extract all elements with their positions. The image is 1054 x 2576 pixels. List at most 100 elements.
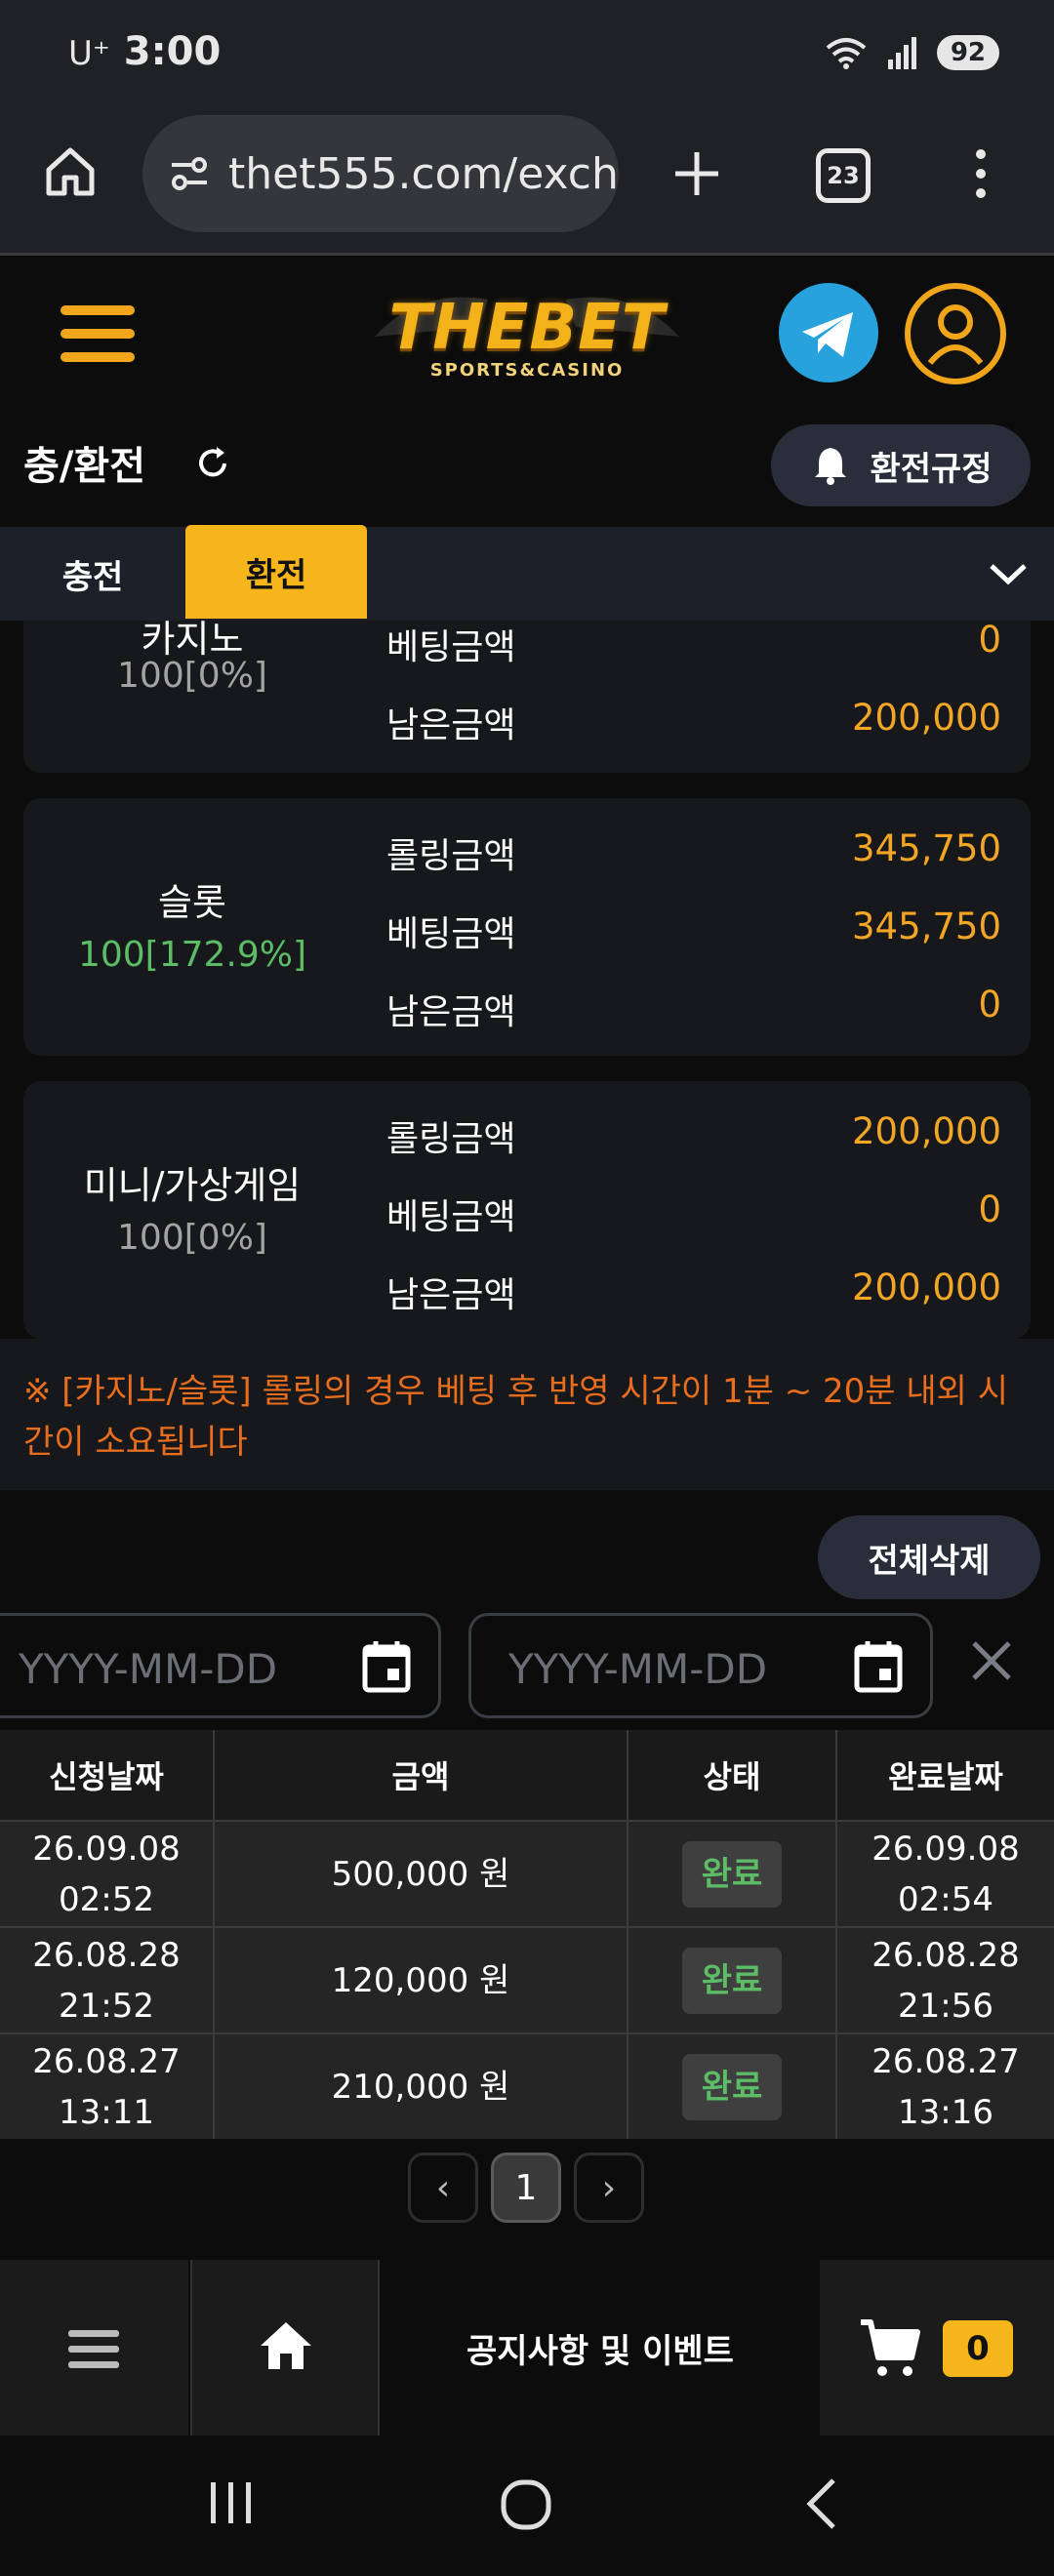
card-game-name: 미니/가상게임 <box>83 1164 302 1207</box>
telegram-icon <box>802 312 853 357</box>
bell-icon <box>815 448 847 485</box>
time: 21:52 <box>59 1986 154 2026</box>
exchange-rules-button[interactable]: 환전규정 <box>771 424 1031 506</box>
delete-all-button[interactable]: 전체삭제 <box>818 1515 1040 1599</box>
tab-exchange[interactable]: 환전 <box>185 525 367 619</box>
remaining-value: 200,000 <box>851 697 1001 739</box>
remaining-value: 200,000 <box>851 1267 1001 1308</box>
site-logo[interactable]: THEBET SPORTS&CASINO <box>371 278 683 385</box>
cart-icon <box>861 2319 920 2376</box>
exchange-rules-label: 환전규정 <box>870 449 993 489</box>
time: 13:16 <box>898 2092 993 2132</box>
date: 26.09.08 <box>872 1829 1020 1869</box>
card-rolling-percent: 100[0%] <box>117 656 267 696</box>
rolling-label: 롤링금액 <box>386 836 516 876</box>
date: 26.08.27 <box>872 2041 1020 2081</box>
menu-icon <box>68 2330 119 2368</box>
betting-value: 0 <box>978 1188 1001 1230</box>
request-date-cell: 26.08.28 21:52 <box>0 1928 215 2033</box>
status-badge: 완료 <box>681 2053 783 2120</box>
date: 26.08.28 <box>32 1935 181 1975</box>
bottom-menu-button[interactable] <box>0 2260 188 2435</box>
status-cell: 완료 <box>628 1928 837 2033</box>
hamburger-icon[interactable] <box>59 303 137 364</box>
telegram-button[interactable] <box>779 283 878 382</box>
status-badge: 완료 <box>681 1947 783 2014</box>
column-header: 금액 <box>215 1730 628 1820</box>
browser-toolbar: thet555.com/exch 23 <box>0 107 1054 256</box>
time: 13:11 <box>59 2092 154 2132</box>
start-date-input[interactable]: YYYY-MM-DD <box>0 1613 441 1718</box>
recent-apps-icon[interactable] <box>207 2478 256 2527</box>
end-date-input[interactable]: YYYY-MM-DD <box>468 1613 933 1718</box>
done-date-cell: 26.09.08 02:54 <box>837 1822 1054 1926</box>
prev-page-button[interactable]: ‹ <box>408 2153 478 2223</box>
site-settings-icon[interactable] <box>168 152 211 195</box>
system-nav-bar <box>0 2435 1054 2576</box>
status-icons: 92 <box>824 35 999 70</box>
carrier: U⁺ <box>68 34 110 73</box>
remaining-label: 남은금액 <box>386 992 516 1032</box>
address-bar[interactable]: thet555.com/exch <box>142 115 619 232</box>
system-home-icon[interactable] <box>500 2478 552 2531</box>
back-icon[interactable] <box>800 2476 843 2531</box>
time: 21:56 <box>898 1986 993 2026</box>
page-1-button[interactable]: 1 <box>491 2153 561 2223</box>
url-text: thet555.com/exch <box>228 148 619 199</box>
done-date-cell: 26.08.28 21:56 <box>837 1928 1054 2033</box>
next-page-button[interactable]: › <box>574 2153 644 2223</box>
calendar-icon[interactable] <box>362 1639 411 1694</box>
tab-charge[interactable]: 충전 <box>0 527 185 621</box>
status-bar: U⁺ 3:00 92 <box>0 0 1054 107</box>
date: 26.09.08 <box>32 1829 181 1869</box>
betting-label: 베팅금액 <box>386 1197 516 1237</box>
status-cell: 완료 <box>628 1822 837 1926</box>
plus-icon[interactable] <box>669 146 724 201</box>
betslip-cart-button[interactable]: 0 <box>820 2260 1054 2435</box>
time: 02:54 <box>898 1879 993 1919</box>
start-date-placeholder: YYYY-MM-DD <box>19 1645 278 1693</box>
refresh-icon[interactable] <box>193 444 232 483</box>
more-icon[interactable] <box>966 144 995 203</box>
clock: 3:00 <box>123 29 222 74</box>
wifi-icon <box>826 38 867 69</box>
column-header: 완료날짜 <box>888 1758 1003 1795</box>
user-button[interactable] <box>905 283 1006 384</box>
rolling-card-slot: 슬롯 100[172.9%] 롤링금액 345,750 베팅금액 345,750… <box>23 798 1031 1056</box>
rolling-value: 345,750 <box>851 827 1001 869</box>
amount-cell: 210,000 원 <box>215 2034 628 2139</box>
table-row: 26.08.27 13:11 210,000 원 완료 26.08.27 13:16 <box>0 2033 1054 2139</box>
user-icon <box>927 304 984 365</box>
site-header: THEBET SPORTS&CASINO <box>0 259 1054 405</box>
end-date-placeholder: YYYY-MM-DD <box>508 1645 768 1693</box>
notice-event-button[interactable]: 공지사항 및 이벤트 <box>383 2260 818 2435</box>
amount: 120,000 원 <box>331 1960 510 2000</box>
close-icon[interactable] <box>962 1631 1021 1690</box>
charge-exchange-tabs: 충전 환전 <box>0 525 1054 621</box>
page-title-text: 충/환전 <box>23 444 146 489</box>
date: 26.08.27 <box>32 2041 181 2081</box>
bottom-home-button[interactable] <box>190 2260 380 2435</box>
remaining-label: 남은금액 <box>386 705 516 745</box>
table-header: 신청날짜 금액 상태 완료날짜 <box>0 1730 1054 1820</box>
status-time: U⁺ 3:00 <box>68 29 221 74</box>
betting-value: 0 <box>978 619 1001 661</box>
tabs-icon[interactable]: 23 <box>816 148 871 203</box>
home-icon[interactable] <box>41 142 100 201</box>
column-header: 신청날짜 <box>0 1730 215 1820</box>
done-date-cell: 26.08.27 13:16 <box>837 2034 1054 2139</box>
logo-subtext: SPORTS&CASINO <box>429 360 625 381</box>
table-row: 26.08.28 21:52 120,000 원 완료 26.08.28 21:56 <box>0 1926 1054 2033</box>
column-header: 상태 <box>628 1730 837 1820</box>
calendar-icon[interactable] <box>854 1639 903 1694</box>
rolling-card-mini: 미니/가상게임 100[0%] 롤링금액 200,000 베팅금액 0 남은금액… <box>23 1081 1031 1339</box>
amount-cell: 500,000 원 <box>215 1822 628 1926</box>
rolling-notice: ※ [카지노/슬롯] 롤링의 경우 베팅 후 반영 시간이 1분 ~ 20분 내… <box>0 1339 1054 1490</box>
signal-icon <box>887 37 916 69</box>
title-row: 충/환전 환전규정 <box>0 405 1054 527</box>
logo-text: THEBET <box>388 292 666 364</box>
card-rolling-percent: 100[0%] <box>117 1218 267 1258</box>
chevron-down-icon[interactable] <box>984 556 1033 591</box>
remaining-label: 남은금액 <box>386 1275 516 1315</box>
date: 26.08.28 <box>872 1935 1020 1975</box>
